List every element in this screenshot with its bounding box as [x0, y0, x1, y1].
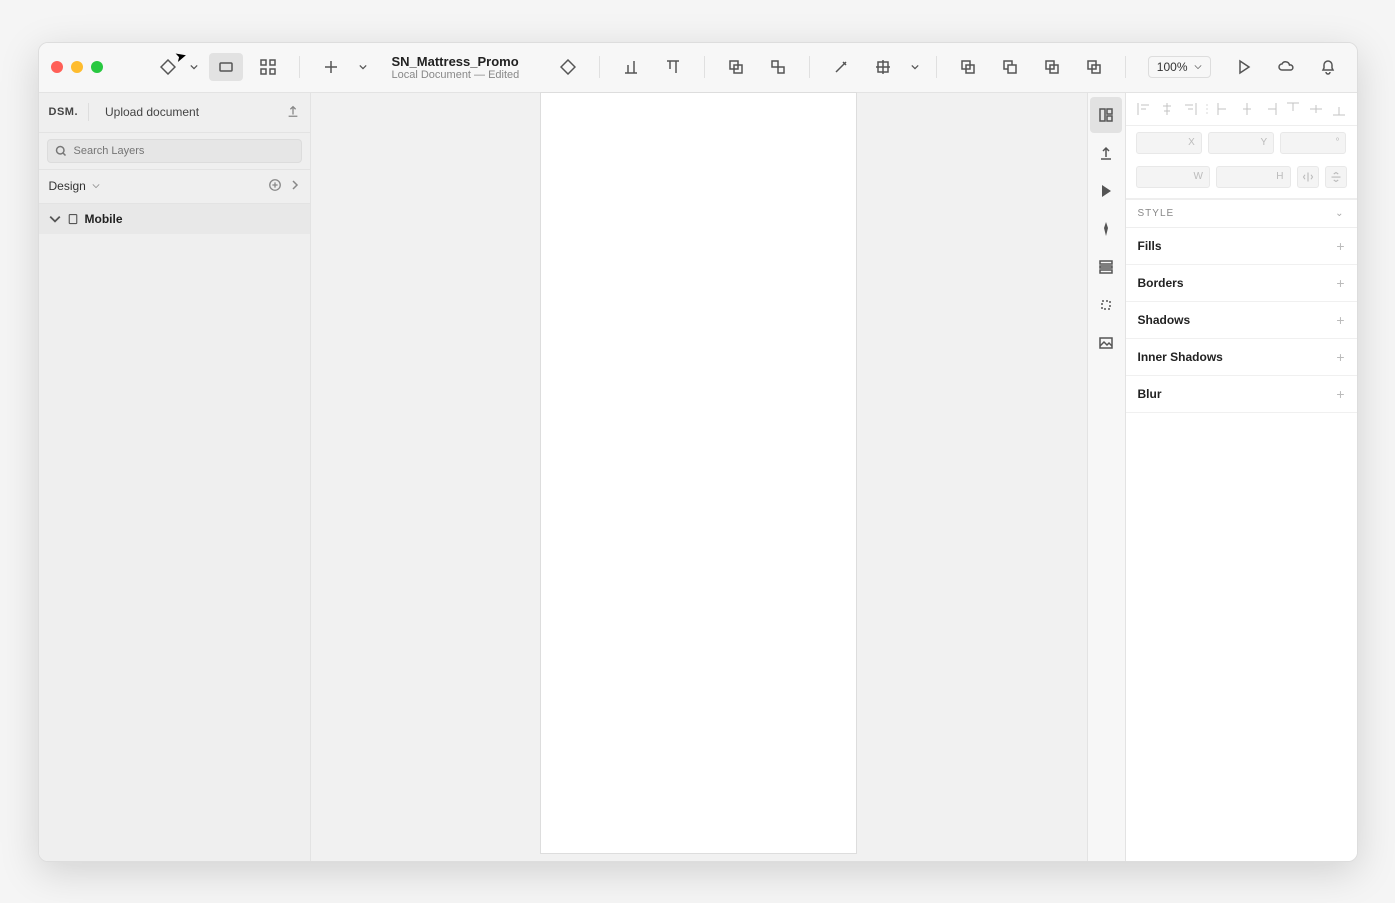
fills-row[interactable]: Fills+ [1126, 228, 1357, 265]
w-field[interactable]: W [1136, 166, 1211, 188]
image-tab[interactable] [1090, 325, 1122, 361]
subtract-button[interactable] [993, 53, 1027, 81]
flip-h-button[interactable] [1297, 166, 1319, 188]
align-vcenter-icon[interactable] [1308, 101, 1324, 117]
create-symbol-button[interactable] [551, 53, 585, 81]
page-name: Design [49, 179, 86, 193]
add-border-button[interactable]: + [1336, 275, 1344, 291]
document-title-block: SN_Mattress_Promo Local Document — Edite… [384, 54, 520, 81]
ungroup-button[interactable] [761, 53, 795, 81]
add-shadow-button[interactable]: + [1336, 312, 1344, 328]
layout-tab[interactable] [1090, 249, 1122, 285]
align-left-icon[interactable] [1136, 101, 1152, 117]
slice-tab[interactable] [1090, 287, 1122, 323]
shadows-row[interactable]: Shadows+ [1126, 302, 1357, 339]
add-page-button[interactable] [268, 178, 282, 195]
align-bottom-button[interactable] [614, 53, 648, 81]
artboard-mobile[interactable] [541, 93, 856, 853]
minimize-window-button[interactable] [71, 61, 83, 73]
inner-shadows-row[interactable]: Inner Shadows+ [1126, 339, 1357, 376]
x-field[interactable]: X [1136, 132, 1202, 154]
titlebar: ➤ SN_Mattress_Promo Local Document — Edi… [39, 43, 1357, 93]
edit-button[interactable] [824, 53, 858, 81]
page-selector[interactable]: Design [39, 170, 310, 204]
align-center-icon[interactable] [1159, 101, 1175, 117]
traffic-lights [51, 61, 103, 73]
chevron-down-icon [49, 213, 61, 225]
y-field[interactable]: Y [1208, 132, 1274, 154]
distribute-left-icon[interactable] [1216, 101, 1232, 117]
union-button[interactable] [951, 53, 985, 81]
shape-tool-button[interactable] [151, 53, 185, 81]
distribute-center-icon[interactable] [1239, 101, 1255, 117]
group-button[interactable] [719, 53, 753, 81]
app-window: ➤ SN_Mattress_Promo Local Document — Edi… [38, 42, 1358, 862]
chevron-down-icon: ⌄ [1335, 208, 1344, 219]
align-right-icon[interactable] [1182, 101, 1198, 117]
right-tool-strip [1087, 93, 1125, 861]
align-top-button[interactable] [656, 53, 690, 81]
distribute-right-icon[interactable] [1262, 101, 1278, 117]
left-sidebar: DSM. Upload document Design [39, 93, 311, 861]
insert-dropdown[interactable] [356, 53, 370, 81]
align-top-icon[interactable] [1285, 101, 1301, 117]
search-icon [55, 145, 67, 157]
maximize-window-button[interactable] [91, 61, 103, 73]
difference-button[interactable] [1077, 53, 1111, 81]
preview-button[interactable] [1227, 53, 1261, 81]
upload-icon[interactable] [286, 104, 300, 121]
symbols-tool-button[interactable] [251, 53, 285, 81]
export-tab[interactable] [1090, 135, 1122, 171]
align-divider [1205, 101, 1209, 117]
cloud-button[interactable] [1269, 53, 1303, 81]
document-title: SN_Mattress_Promo [392, 54, 520, 69]
zoom-control[interactable]: 100% [1148, 56, 1211, 78]
shape-tool-dropdown[interactable] [187, 53, 201, 81]
layer-label: Mobile [85, 212, 123, 226]
style-section-header[interactable]: STYLE ⌄ [1126, 199, 1357, 228]
add-blur-button[interactable]: + [1336, 386, 1344, 402]
align-bottom-icon[interactable] [1331, 101, 1347, 117]
rotation-field[interactable]: ° [1280, 132, 1346, 154]
add-inner-shadow-button[interactable]: + [1336, 349, 1344, 365]
align-controls [1126, 93, 1357, 126]
prototype-tab[interactable] [1090, 173, 1122, 209]
artboard-tool-button[interactable] [209, 53, 243, 81]
inspector-panel: X Y ° W H STYLE ⌄ Fills+ Borders+ Shadow [1125, 93, 1357, 861]
resize-dropdown[interactable] [908, 53, 922, 81]
layer-item-mobile[interactable]: Mobile [39, 204, 310, 234]
canvas[interactable] [311, 93, 1087, 861]
dsm-label[interactable]: DSM. [49, 106, 79, 118]
borders-row[interactable]: Borders+ [1126, 265, 1357, 302]
artboard-icon [67, 213, 79, 225]
expand-pages-button[interactable] [290, 179, 300, 193]
add-fill-button[interactable]: + [1336, 238, 1344, 254]
resize-tool-button[interactable] [866, 53, 900, 81]
blur-row[interactable]: Blur+ [1126, 376, 1357, 413]
notifications-button[interactable] [1311, 53, 1345, 81]
intersect-button[interactable] [1035, 53, 1069, 81]
upload-document-button[interactable]: Upload document [99, 105, 276, 119]
search-layers-input[interactable] [47, 139, 302, 163]
inspect-tab[interactable] [1090, 97, 1122, 133]
chevron-down-icon [92, 182, 100, 190]
zoom-level: 100% [1157, 60, 1188, 74]
close-window-button[interactable] [51, 61, 63, 73]
insert-button[interactable] [314, 53, 348, 81]
plugins-tab[interactable] [1090, 211, 1122, 247]
h-field[interactable]: H [1216, 166, 1291, 188]
flip-v-button[interactable] [1325, 166, 1347, 188]
document-subtitle: Local Document — Edited [392, 69, 520, 81]
